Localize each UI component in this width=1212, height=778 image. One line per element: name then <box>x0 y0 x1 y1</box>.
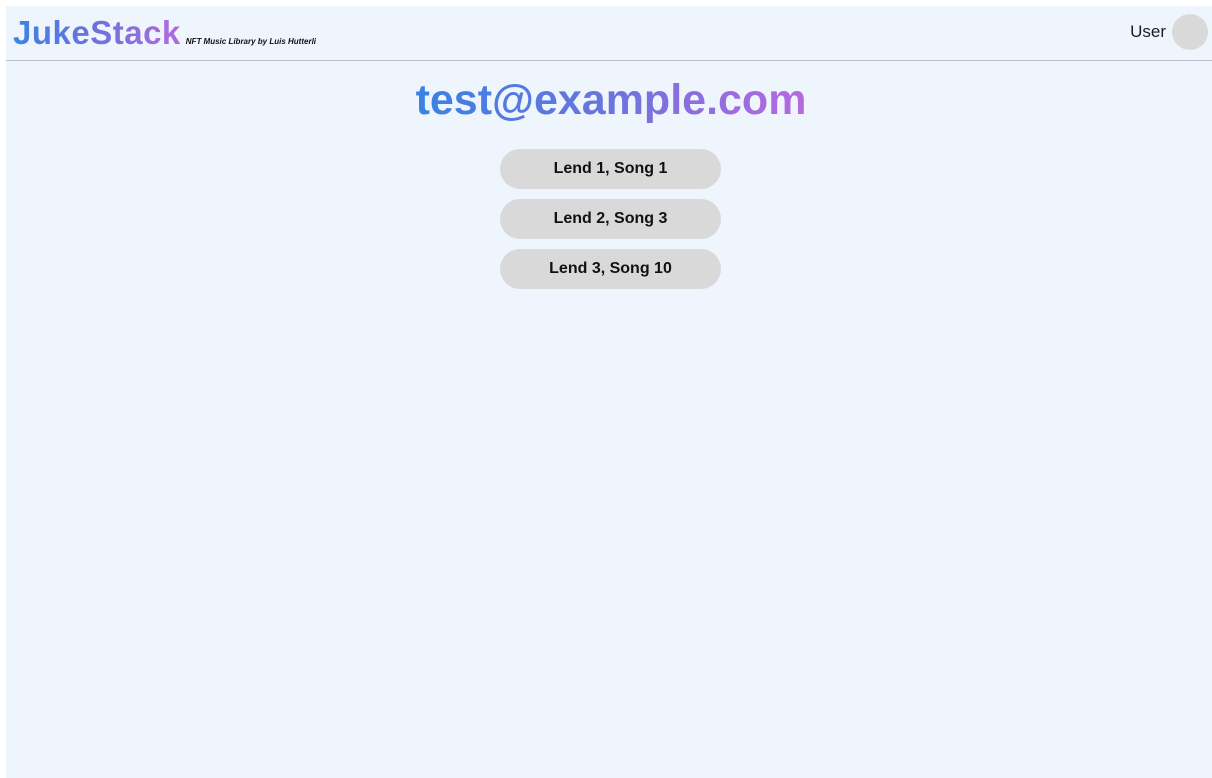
app-tagline: NFT Music Library by Luis Hutterli <box>185 37 317 46</box>
lend-item[interactable]: Lend 3, Song 10 <box>500 249 721 289</box>
avatar[interactable] <box>1172 14 1208 50</box>
app-logo[interactable]: JukeStack <box>13 13 181 53</box>
page-title: test@example.com <box>6 72 1212 128</box>
user-email: test@example.com <box>415 76 807 124</box>
brand[interactable]: JukeStack NFT Music Library by Luis Hutt… <box>13 13 316 53</box>
top-bar: JukeStack NFT Music Library by Luis Hutt… <box>6 6 1212 61</box>
user-label[interactable]: User <box>1130 22 1166 42</box>
user-menu[interactable]: User <box>1130 14 1208 50</box>
lend-item[interactable]: Lend 1, Song 1 <box>500 149 721 189</box>
lend-list: Lend 1, Song 1 Lend 2, Song 3 Lend 3, So… <box>500 149 721 299</box>
app-frame: JukeStack NFT Music Library by Luis Hutt… <box>6 6 1212 778</box>
lend-item[interactable]: Lend 2, Song 3 <box>500 199 721 239</box>
